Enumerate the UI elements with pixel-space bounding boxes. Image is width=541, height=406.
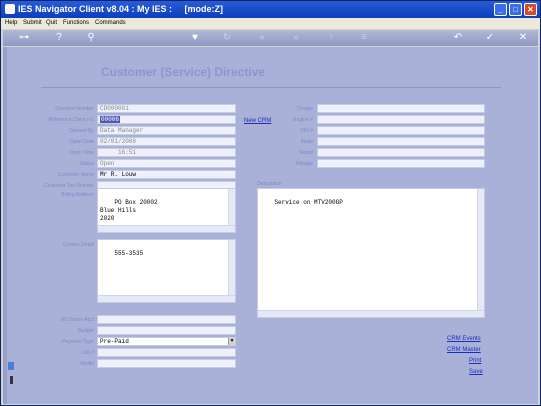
label-mileage: Mileage [295, 161, 313, 167]
label-open-date: Open Date [69, 139, 94, 145]
label-vin: VIN # [300, 128, 313, 134]
budget-field[interactable] [97, 326, 236, 335]
description-scrollbar[interactable] [477, 189, 484, 317]
heart-icon[interactable]: ♥ [189, 32, 201, 44]
engine-field[interactable] [317, 115, 485, 124]
directive-number-field[interactable]: CD000001 [97, 104, 236, 113]
contact-scrollbar[interactable] [228, 240, 235, 302]
open-date-field[interactable]: 02/01/2008 [97, 137, 236, 146]
mileage-field[interactable] [317, 159, 485, 168]
crm-events-link[interactable]: CRM Events [447, 336, 481, 342]
model-field-right[interactable] [317, 148, 485, 157]
up-icon[interactable]: ↑ [325, 32, 337, 44]
description-hscrollbar[interactable] [258, 310, 484, 317]
info-icon[interactable] [10, 376, 13, 384]
label-opened-by: Opened By [68, 128, 94, 134]
label-payment-type: Payment Type [62, 339, 94, 345]
title-bar: IES Navigator Client v8.04 : My IES : [m… [1, 1, 540, 18]
menu-help[interactable]: Help [5, 20, 17, 26]
label-charge: Charge [296, 106, 313, 112]
label-model-right: Model [299, 150, 313, 156]
label-model: Model [80, 361, 94, 367]
key-icon[interactable]: ⊶ [13, 32, 35, 44]
chevron-down-icon[interactable]: ▼ [228, 338, 235, 345]
payment-type-value: Pre-Paid [100, 338, 129, 345]
description-text: Service on MTV200GP [274, 199, 343, 206]
menu-quit[interactable]: Quit [46, 20, 57, 26]
label-status: Status [79, 161, 94, 167]
minimize-button[interactable]: _ [494, 3, 507, 16]
help-icon[interactable]: ? [53, 32, 65, 44]
model-field-left[interactable] [97, 359, 236, 368]
payment-type-select[interactable]: Pre-Paid ▼ [97, 337, 236, 346]
forward-icon[interactable]: » [290, 32, 302, 44]
save-link[interactable]: Save [469, 369, 483, 375]
back-icon[interactable]: « [256, 32, 268, 44]
reference-value: 00006 [100, 116, 121, 123]
blue-block-icon[interactable] [8, 362, 14, 370]
label-budget: Budget [78, 328, 94, 334]
billing-address-text: PO Box 20002 Blue Hills 2020 [100, 199, 158, 222]
label-open-time: Open Time [69, 150, 94, 156]
close-button[interactable]: ✕ [524, 3, 537, 16]
reference-field[interactable]: 00006 [97, 115, 236, 124]
menu-functions[interactable]: Functions [63, 20, 89, 26]
list-field[interactable] [97, 348, 236, 357]
vin-field[interactable] [317, 126, 485, 135]
label-make: Make [300, 139, 313, 145]
charge-field[interactable] [317, 104, 485, 113]
contact-detail-text: 555-3535 [114, 250, 144, 257]
check-icon[interactable]: ✓ [484, 32, 496, 44]
print-link[interactable]: Print [469, 358, 481, 364]
app-window: IES Navigator Client v8.04 : My IES : [m… [0, 0, 541, 406]
alt-debtor-field[interactable] [97, 315, 236, 324]
label-engine: Engine # [293, 117, 313, 123]
label-billing-address: Billing Address [61, 192, 94, 198]
divider [41, 87, 501, 88]
menu-submit[interactable]: Submit [23, 20, 42, 26]
contact-hscrollbar[interactable] [98, 295, 235, 302]
label-description: Description [257, 181, 283, 187]
label-contact-detail: Contact Detail [62, 242, 94, 248]
open-time-field[interactable]: 16:51 [97, 148, 236, 157]
label-alt-debtor: Alt Debtor Acct [60, 317, 94, 323]
app-icon [5, 4, 15, 14]
left-strip [3, 47, 7, 404]
label-list: List # [82, 350, 94, 356]
label-reference: Reference Client no. [48, 117, 94, 123]
maximize-button[interactable]: □ [509, 3, 522, 16]
toolbar: ⊶ ? ⚲ ♥ ↻ « » ↑ ≡ ↶ ✓ ✕ [3, 30, 538, 46]
billing-address-area[interactable]: PO Box 20002 Blue Hills 2020 [97, 188, 236, 233]
status-field[interactable]: Open [97, 159, 236, 168]
cancel-icon[interactable]: ✕ [517, 32, 529, 44]
menu-bar: Help Submit Quit Functions Commands [1, 18, 540, 29]
make-field[interactable] [317, 137, 485, 146]
description-area[interactable]: Service on MTV200GP [257, 188, 485, 318]
contact-detail-area[interactable]: 555-3535 [97, 239, 236, 303]
label-directive-number: Directive Number [55, 106, 94, 112]
undo-icon[interactable]: ↶ [452, 32, 464, 44]
menu-commands[interactable]: Commands [95, 20, 126, 26]
billing-hscrollbar[interactable] [98, 225, 235, 232]
list-icon[interactable]: ≡ [358, 32, 370, 44]
page-title: Customer (Service) Directive [101, 65, 266, 79]
search-icon[interactable]: ⚲ [85, 32, 97, 44]
crm-master-link[interactable]: CRM Master [447, 347, 481, 353]
label-customer-name: Customer Name [57, 172, 94, 178]
opened-by-field[interactable]: Data Manager [97, 126, 236, 135]
label-customer-tax: Customer Tax Number [44, 183, 94, 189]
window-title: IES Navigator Client v8.04 : My IES : [m… [18, 4, 224, 14]
customer-name-field[interactable]: Mr R. Louw [97, 170, 236, 179]
refresh-icon[interactable]: ↻ [221, 32, 233, 44]
